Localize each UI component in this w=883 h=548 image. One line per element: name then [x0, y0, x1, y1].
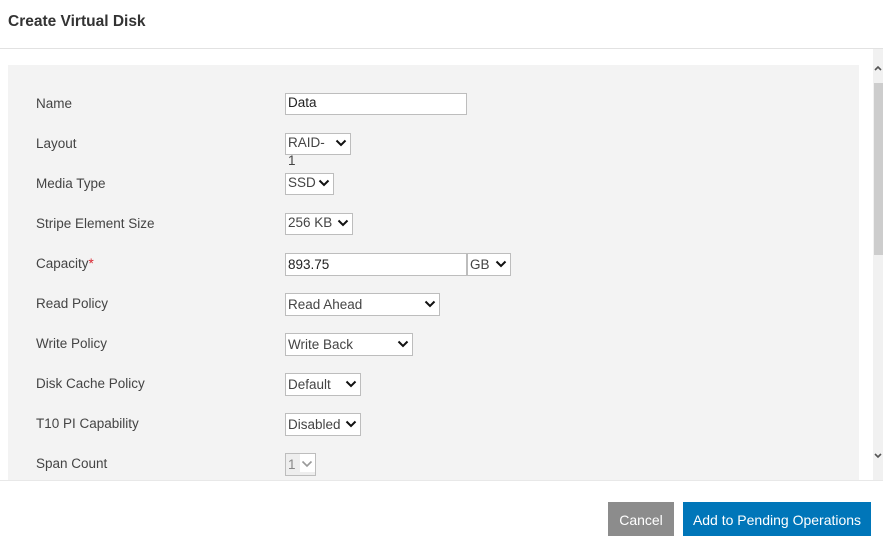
- dialog-header: Create Virtual Disk: [0, 0, 883, 49]
- layout-label: Layout: [36, 133, 77, 155]
- form-row-t10-pi-capability: T10 PI Capability Disabled: [8, 413, 859, 453]
- media-type-label: Media Type: [36, 173, 106, 195]
- write-policy-select-value: Write Back: [288, 337, 353, 352]
- scroll-down-arrow-icon[interactable]: [873, 451, 883, 461]
- stripe-element-size-label: Stripe Element Size: [36, 213, 155, 235]
- capacity-input[interactable]: 893.75: [285, 253, 467, 276]
- disk-cache-policy-label: Disk Cache Policy: [36, 373, 145, 395]
- write-policy-select[interactable]: Write Back: [285, 333, 413, 356]
- add-to-pending-operations-button[interactable]: Add to Pending Operations: [683, 502, 871, 536]
- capacity-unit-select[interactable]: GB: [467, 253, 511, 276]
- form-row-capacity: Capacity* 893.75 GB: [8, 253, 859, 293]
- scrollbar-thumb[interactable]: [874, 83, 883, 255]
- chevron-down-icon: [424, 298, 436, 310]
- form-row-stripe-element-size: Stripe Element Size 256 KB: [8, 213, 859, 253]
- t10-pi-capability-select-value: Disabled: [288, 417, 341, 432]
- chevron-down-icon: [337, 217, 349, 229]
- dialog-title: Create Virtual Disk: [8, 13, 146, 31]
- chevron-down-icon: [345, 418, 357, 430]
- layout-select[interactable]: RAID-1: [285, 133, 351, 155]
- stripe-element-size-select-value: 256 KB: [288, 215, 332, 230]
- form-row-name: Name Data: [8, 93, 859, 133]
- chevron-down-icon: [397, 338, 409, 350]
- required-marker: *: [89, 256, 94, 271]
- capacity-unit-select-value: GB: [470, 257, 490, 272]
- name-input[interactable]: Data: [285, 93, 467, 115]
- capacity-label: Capacity*: [36, 253, 94, 275]
- read-policy-label: Read Policy: [36, 293, 108, 315]
- form-row-read-policy: Read Policy Read Ahead: [8, 293, 859, 333]
- form-row-media-type: Media Type SSD: [8, 173, 859, 213]
- form-row-disk-cache-policy: Disk Cache Policy Default: [8, 373, 859, 413]
- scroll-up-arrow-icon[interactable]: [873, 63, 883, 73]
- chevron-down-icon: [495, 258, 507, 270]
- media-type-select[interactable]: SSD: [285, 173, 334, 195]
- dialog-body: Name Data Layout RAID-1 Media Type SSD S…: [0, 49, 883, 480]
- vertical-scrollbar[interactable]: [873, 49, 883, 480]
- dialog-footer: Cancel Add to Pending Operations: [0, 480, 883, 548]
- disk-cache-policy-select[interactable]: Default: [285, 373, 361, 396]
- read-policy-select[interactable]: Read Ahead: [285, 293, 440, 316]
- cancel-button[interactable]: Cancel: [608, 502, 674, 536]
- form-row-layout: Layout RAID-1: [8, 133, 859, 173]
- form-row-write-policy: Write Policy Write Back: [8, 333, 859, 373]
- chevron-down-icon: [301, 458, 313, 470]
- form-panel: Name Data Layout RAID-1 Media Type SSD S…: [8, 65, 859, 480]
- span-count-select[interactable]: 1: [285, 453, 316, 476]
- t10-pi-capability-select[interactable]: Disabled: [285, 413, 361, 436]
- chevron-down-icon: [335, 137, 347, 149]
- span-count-label: Span Count: [36, 453, 107, 475]
- layout-select-value: RAID-1: [288, 135, 325, 168]
- name-label: Name: [36, 93, 72, 115]
- capacity-label-text: Capacity: [36, 256, 89, 271]
- write-policy-label: Write Policy: [36, 333, 107, 355]
- disk-cache-policy-select-value: Default: [288, 377, 331, 392]
- media-type-select-value: SSD: [288, 175, 316, 190]
- stripe-element-size-select[interactable]: 256 KB: [285, 213, 353, 235]
- chevron-down-icon: [345, 378, 357, 390]
- span-count-select-value: 1: [288, 457, 296, 472]
- chevron-down-icon: [318, 177, 330, 189]
- t10-pi-capability-label: T10 PI Capability: [36, 413, 139, 435]
- read-policy-select-value: Read Ahead: [288, 297, 362, 312]
- form-row-span-count: Span Count 1: [8, 453, 859, 480]
